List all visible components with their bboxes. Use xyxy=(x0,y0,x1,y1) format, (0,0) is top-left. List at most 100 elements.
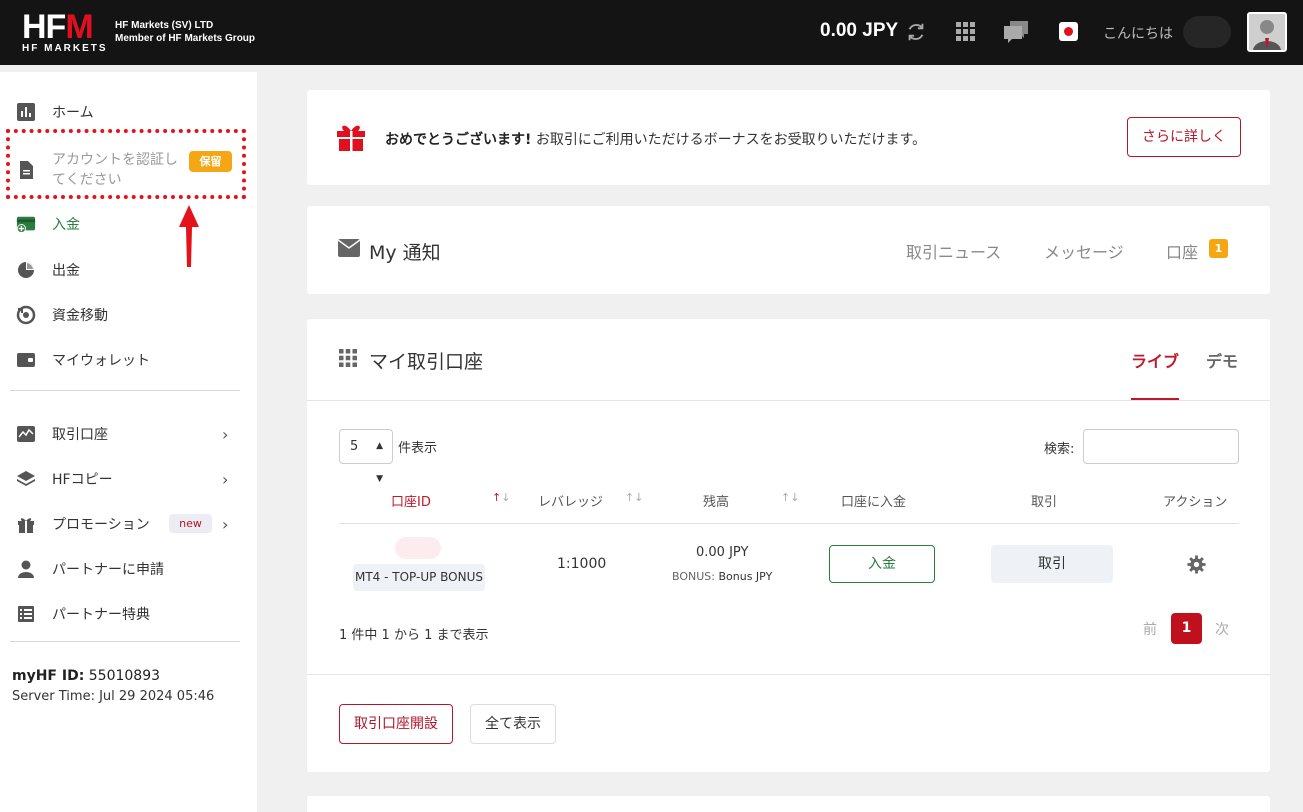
bonus-card: おめでとうございます! お取引にご利用いただけるボーナスをお受取りいただけます。… xyxy=(307,90,1270,185)
layers-icon xyxy=(17,471,35,486)
learn-more-button[interactable]: さらに詳しく xyxy=(1127,117,1241,157)
company-info: HF Markets (SV) LTD Member of HF Markets… xyxy=(115,19,255,45)
trading-accounts-card: マイ取引口座 ライブ デモ 5 ▲ ▼ 件表示 検索: 口座ID ↑↓ レバレッジ… xyxy=(307,319,1270,772)
apps-grid-icon[interactable] xyxy=(956,22,975,41)
notifications-title: My 通知 xyxy=(369,242,441,264)
sidebar-item-label: マイウォレット xyxy=(52,353,150,369)
highlight-box xyxy=(6,129,246,199)
avatar[interactable] xyxy=(1247,12,1287,52)
sidebar-item-label: 出金 xyxy=(52,263,80,279)
sidebar-item-label: 取引口座 xyxy=(52,427,108,443)
sidebar-item-label: プロモーション xyxy=(52,517,150,533)
col-leverage[interactable]: レバレッジ xyxy=(538,491,603,510)
gear-icon[interactable] xyxy=(1187,555,1206,574)
trade-button[interactable]: 取引 xyxy=(991,545,1113,583)
bonus-description: お取引にご利用いただけるボーナスをお受取りいただけます。 xyxy=(535,132,927,148)
bonus-congrats: おめでとうございます! xyxy=(385,132,532,148)
sidebar-item-label: パートナーに申請 xyxy=(52,562,164,578)
sidebar-item-home[interactable]: ホーム xyxy=(0,92,257,132)
deposit-button[interactable]: 入金 xyxy=(829,545,935,583)
chevron-right-icon: › xyxy=(222,514,229,534)
page-size-select[interactable]: 5 ▲ ▼ xyxy=(339,429,393,484)
wallet-icon xyxy=(17,353,35,367)
entries-count: 1 件中 1 から 1 まで表示 xyxy=(339,628,489,643)
sidebar-item-withdraw[interactable]: 出金 xyxy=(0,250,257,290)
logo-m: M xyxy=(65,8,93,46)
col-account-id[interactable]: 口座ID xyxy=(391,491,431,510)
sidebar-item-label: HFコピー xyxy=(52,472,113,488)
col-trade: 取引 xyxy=(1031,495,1058,510)
pagination-next[interactable]: 次 xyxy=(1215,619,1229,639)
card-divider xyxy=(307,674,1270,675)
sidebar-item-hf-copy[interactable]: HFコピー › xyxy=(0,459,257,499)
sidebar-item-label: 入金 xyxy=(52,217,80,233)
bonus-key: BONUS: xyxy=(672,570,715,583)
sidebar-divider xyxy=(10,641,240,642)
sidebar-item-promotions[interactable]: プロモーション new › xyxy=(0,504,257,544)
myhf-id: myHF ID: 55010893 xyxy=(12,668,160,684)
search-input[interactable] xyxy=(1083,429,1239,464)
next-card xyxy=(307,796,1270,812)
bonus-message: おめでとうございます! お取引にご利用いただけるボーナスをお受取りいただけます。 xyxy=(385,129,926,149)
sidebar-item-wallet[interactable]: マイウォレット xyxy=(0,340,257,380)
sort-icon[interactable]: ↑↓ xyxy=(781,491,799,504)
tab-live[interactable]: ライブ xyxy=(1131,348,1179,372)
sidebar-item-label: パートナー特典 xyxy=(52,607,150,623)
transfer-icon xyxy=(16,305,36,325)
refresh-icon[interactable] xyxy=(905,21,927,43)
gift-icon xyxy=(337,125,365,151)
page-size-label: 件表示 xyxy=(398,441,438,456)
myhf-id-value: 55010893 xyxy=(88,668,161,684)
chevron-right-icon: › xyxy=(222,469,229,489)
notifications-card: My 通知 取引ニュース メッセージ 口座 1 xyxy=(307,206,1270,294)
arrow-up-icon xyxy=(179,205,199,267)
user-icon xyxy=(18,560,34,578)
page-size-value: 5 xyxy=(350,439,359,454)
sidebar-item-transfer[interactable]: 資金移動 xyxy=(0,295,257,335)
open-account-button[interactable]: 取引口座開設 xyxy=(339,704,453,744)
table-header-divider xyxy=(339,523,1239,524)
new-badge: new xyxy=(169,514,212,533)
sort-icon[interactable]: ↑↓ xyxy=(625,491,643,504)
withdraw-icon xyxy=(18,262,34,278)
accounts-title: マイ取引口座 xyxy=(369,351,484,373)
company-name: HF Markets (SV) LTD xyxy=(115,20,214,31)
header-balance: 0.00 JPY xyxy=(820,20,899,41)
pagination-current[interactable]: 1 xyxy=(1171,613,1202,644)
balance-value: 0.00 JPY xyxy=(696,545,749,560)
logo-subtitle: HF MARKETS xyxy=(22,43,108,54)
sort-asc-icon[interactable]: ↑↓ xyxy=(492,491,510,504)
search-label: 検索: xyxy=(1044,442,1075,457)
pagination-prev[interactable]: 前 xyxy=(1143,619,1157,639)
tab-demo[interactable]: デモ xyxy=(1206,348,1238,372)
record-icon[interactable] xyxy=(1059,22,1078,41)
list-icon xyxy=(18,606,34,622)
account-type-badge: MT4 - TOP-UP BONUS xyxy=(353,564,485,591)
card-divider xyxy=(307,400,1270,401)
col-balance[interactable]: 残高 xyxy=(703,491,729,510)
avatar-person-icon xyxy=(1249,14,1285,50)
col-action: アクション xyxy=(1163,495,1228,510)
sidebar-item-partner-apply[interactable]: パートナーに申請 xyxy=(0,549,257,589)
sidebar-divider xyxy=(10,390,240,391)
mail-icon xyxy=(338,239,360,257)
sidebar-item-partner-benefits[interactable]: パートナー特典 xyxy=(0,594,257,634)
tab-trade-news[interactable]: 取引ニュース xyxy=(906,239,1001,263)
sidebar-item-deposit[interactable]: 入金 xyxy=(0,204,257,244)
bonus-value: BONUS: Bonus JPY xyxy=(672,570,772,583)
tab-account[interactable]: 口座 xyxy=(1166,239,1198,263)
account-id-redacted[interactable] xyxy=(395,537,441,559)
sidebar-item-trading-accounts[interactable]: 取引口座 › xyxy=(0,414,257,454)
deposit-icon xyxy=(16,216,36,234)
bar-chart-icon xyxy=(17,103,35,121)
show-all-button[interactable]: 全て表示 xyxy=(470,704,556,744)
chat-icon[interactable] xyxy=(1002,19,1030,45)
username-pill[interactable] xyxy=(1183,16,1231,48)
chevron-right-icon: › xyxy=(222,424,229,444)
sidebar-item-label: ホーム xyxy=(52,105,94,121)
sidebar-item-label: 資金移動 xyxy=(52,308,108,324)
hfm-logo[interactable]: HFM HF MARKETS xyxy=(22,10,108,54)
col-deposit: 口座に入金 xyxy=(841,495,907,510)
account-notification-badge: 1 xyxy=(1209,239,1228,258)
tab-messages[interactable]: メッセージ xyxy=(1044,239,1124,263)
